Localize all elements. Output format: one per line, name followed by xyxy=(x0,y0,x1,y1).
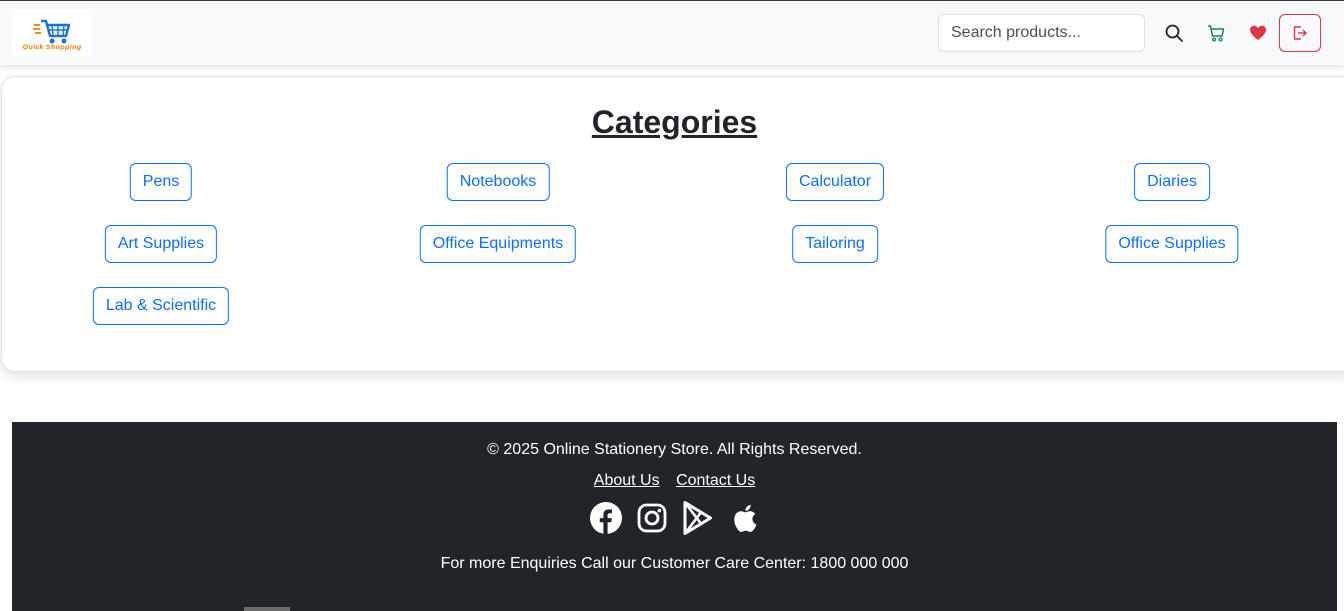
category-button-tailoring[interactable]: Tailoring xyxy=(792,225,878,263)
search-icon[interactable] xyxy=(1163,22,1185,44)
category-button-art-supplies[interactable]: Art Supplies xyxy=(104,225,218,263)
category-button-diaries[interactable]: Diaries xyxy=(1134,163,1210,201)
social-links xyxy=(12,500,1337,536)
footer: © 2025 Online Stationery Store. All Righ… xyxy=(12,422,1337,611)
category-button-pens[interactable]: Pens xyxy=(129,163,193,201)
category-button-lab-scientific[interactable]: Lab & Scientific xyxy=(92,287,230,325)
category-button-office-supplies[interactable]: Office Supplies xyxy=(1105,225,1239,263)
google-play-icon[interactable] xyxy=(682,500,714,536)
footer-enquiry: For more Enquiries Call our Customer Car… xyxy=(440,555,909,572)
navbar: Quick Shopping xyxy=(0,1,1344,65)
footer-links: About Us Contact Us xyxy=(12,472,1337,490)
categories-title: Categories xyxy=(591,104,758,140)
apple-icon[interactable] xyxy=(728,500,760,536)
site-logo[interactable]: Quick Shopping xyxy=(12,10,92,57)
logo-text: Quick Shopping xyxy=(22,42,82,51)
footer-copyright: © 2025 Online Stationery Store. All Righ… xyxy=(487,441,862,458)
category-button-office-equipments[interactable]: Office Equipments xyxy=(419,225,577,263)
category-button-notebooks[interactable]: Notebooks xyxy=(446,163,550,201)
cart-icon[interactable] xyxy=(1205,22,1227,44)
search-input[interactable] xyxy=(938,14,1145,52)
heart-icon[interactable] xyxy=(1247,22,1269,44)
logout-button[interactable] xyxy=(1279,14,1321,52)
about-us-link[interactable]: About Us xyxy=(594,472,660,489)
facebook-icon[interactable] xyxy=(589,500,622,536)
taskbar-edge xyxy=(244,607,290,611)
contact-us-link[interactable]: Contact Us xyxy=(676,472,755,489)
instagram-icon[interactable] xyxy=(636,500,668,536)
logout-icon xyxy=(1293,26,1307,40)
shopping-cart-logo-icon xyxy=(33,19,71,43)
category-button-calculator[interactable]: Calculator xyxy=(785,163,885,201)
